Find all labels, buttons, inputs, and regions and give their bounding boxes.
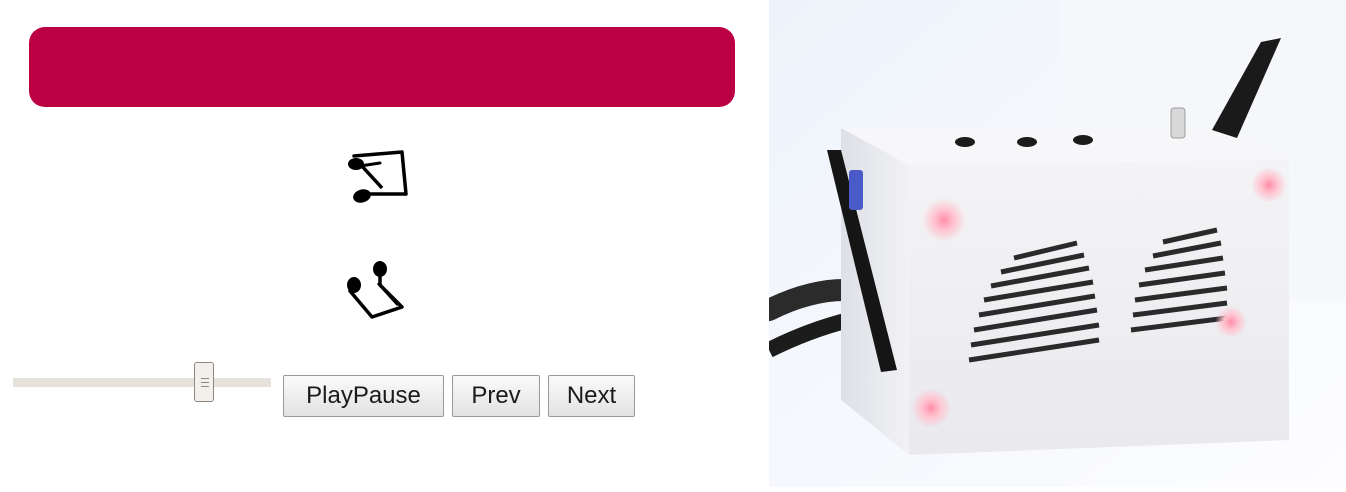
music-note-down-icon[interactable]: [340, 255, 410, 330]
volume-slider-thumb[interactable]: [194, 362, 214, 402]
header-bar: [29, 27, 735, 107]
player-panel: PlayPause Prev Next: [0, 0, 769, 487]
play-pause-button[interactable]: PlayPause: [283, 375, 444, 417]
volume-slider[interactable]: [13, 362, 271, 406]
volume-slider-track[interactable]: [13, 378, 271, 387]
speaker-box-photo: [758, 0, 1346, 487]
music-note-up-icon[interactable]: [340, 150, 410, 215]
prev-button[interactable]: Prev: [452, 375, 540, 417]
next-button[interactable]: Next: [548, 375, 635, 417]
